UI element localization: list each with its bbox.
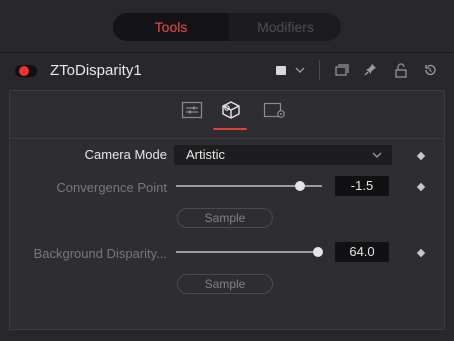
camera-mode-dropdown[interactable]: Artistic (174, 145, 392, 165)
camera-mode-label: Camera Mode (84, 147, 167, 162)
sample-button[interactable]: Sample (177, 274, 273, 294)
active-subtab-indicator (213, 128, 247, 130)
convergence-point-field[interactable]: -1.5 (335, 176, 389, 196)
toggle-knob (19, 66, 29, 76)
tool-modifier-tabs: Tools Modifiers (113, 13, 341, 41)
header-icon-separator (319, 60, 320, 80)
node-name: ZToDisparity1 (50, 62, 142, 79)
3d-camera-tab-icon[interactable] (219, 99, 243, 121)
node-color-chip[interactable] (276, 66, 286, 75)
background-disparity-label: Background Disparity... (33, 246, 167, 261)
background-disparity-slider-handle[interactable] (312, 247, 323, 257)
lock-icon[interactable] (392, 60, 410, 80)
camera-mode-value: Artistic (186, 147, 225, 162)
pin-icon[interactable] (362, 60, 380, 80)
sample-button[interactable]: Sample (177, 208, 273, 228)
chevron-down-icon (372, 145, 382, 172)
tab-tools[interactable]: Tools (113, 13, 229, 41)
controls-tab-icon[interactable] (181, 101, 203, 119)
background-disparity-field[interactable]: 64.0 (335, 242, 389, 262)
convergence-point-label: Convergence Point (56, 180, 167, 195)
versions-icon[interactable] (332, 60, 350, 80)
tab-modifiers[interactable]: Modifiers (230, 13, 341, 41)
background-disparity-slider[interactable] (176, 251, 322, 253)
reset-icon[interactable] (421, 60, 439, 80)
chevron-down-icon[interactable] (293, 60, 307, 80)
node-enable-toggle[interactable] (15, 65, 37, 77)
header-divider (0, 52, 454, 53)
subtabs-divider (10, 138, 444, 139)
settings-tab-icon[interactable] (263, 101, 287, 119)
